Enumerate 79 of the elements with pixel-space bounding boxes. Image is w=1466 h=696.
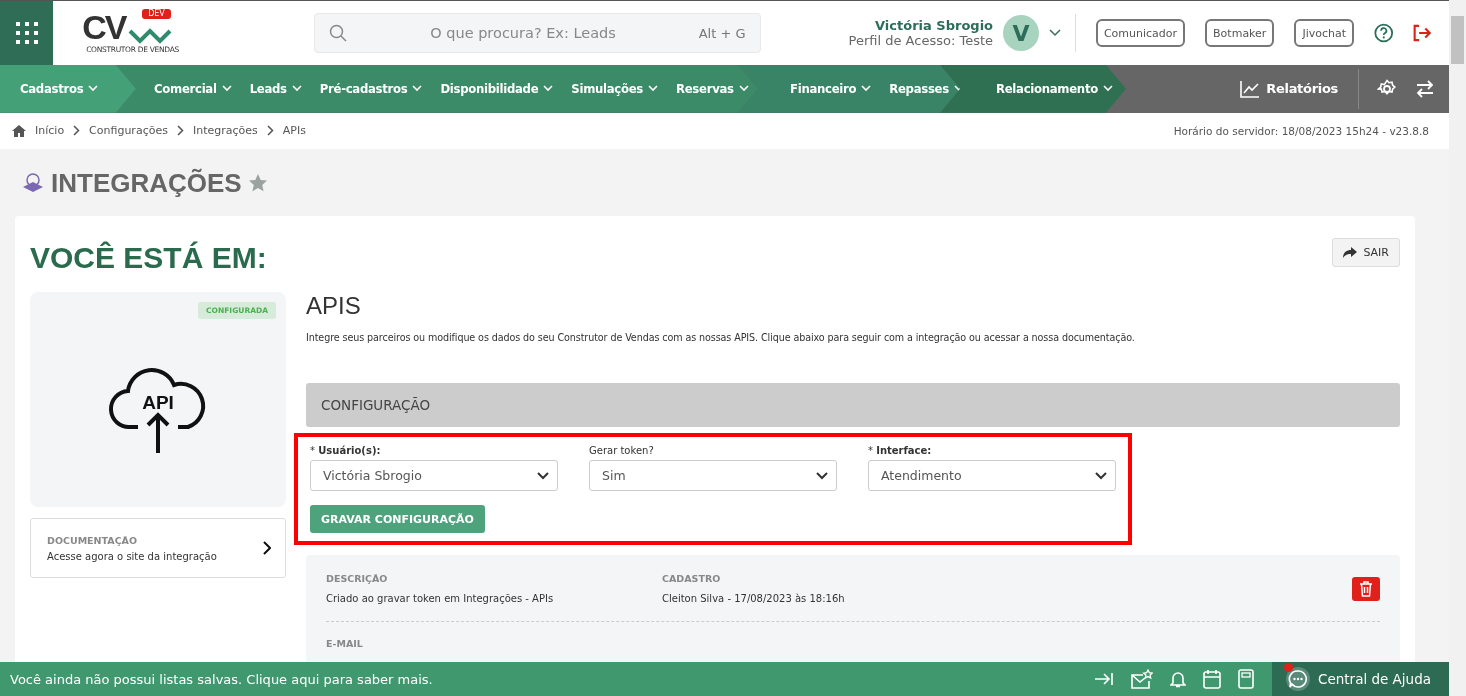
line-chart-icon (1240, 79, 1261, 98)
grid-icon (14, 21, 39, 45)
chevron-down-icon (1095, 471, 1107, 480)
reports-link[interactable]: Relatórios (1240, 79, 1338, 98)
chevron-right-icon (263, 541, 271, 555)
chevron-down-icon (543, 85, 554, 93)
field-label: DESCRIÇÃO (326, 573, 389, 584)
delete-button[interactable] (1352, 577, 1380, 601)
nav-menu-item[interactable]: Leads (249, 81, 302, 97)
field-label: CADASTRO (662, 573, 722, 584)
chevron-down-icon (537, 471, 549, 480)
chevron-down-icon (738, 85, 749, 93)
chevron-down-icon (221, 85, 232, 93)
server-time: Horário do servidor: 18/08/2023 15h24 - v23.8.8 (1173, 124, 1429, 137)
exit-button[interactable]: SAIR (1332, 238, 1400, 267)
mail-star-icon[interactable] (1131, 669, 1153, 689)
logout-icon[interactable] (1411, 23, 1431, 43)
star-icon[interactable] (247, 173, 268, 193)
header-button[interactable]: Jivochat (1294, 19, 1355, 47)
section-header: CONFIGURAÇÃO (306, 383, 1400, 427)
header-button[interactable]: Botmaker (1205, 19, 1275, 47)
field-value: Cleiton Silva - 17/08/2023 às 18:16h (662, 593, 846, 604)
search-icon (329, 24, 348, 42)
nav-menu-item[interactable]: Reservas (676, 81, 749, 97)
chevron-down-icon (412, 85, 423, 93)
trash-icon (1359, 581, 1373, 597)
documentation-link[interactable]: DOCUMENTAÇÃO Acesse agora o site da integração (30, 518, 286, 578)
user-profile: Perfil de Acesso: Teste (848, 33, 994, 48)
home-icon (12, 124, 26, 137)
nav-menu-item[interactable]: Disponibilidade (440, 81, 554, 97)
search-field[interactable]: O que procura? Ex: Leads Alt + G (314, 13, 761, 53)
field-label: Gerar token? (589, 445, 655, 456)
share-arrow-icon (1343, 246, 1358, 259)
select-field[interactable]: Sim (589, 460, 837, 491)
page-title: INTEGRAÇÕES (51, 167, 242, 199)
integration-title: APIS (306, 292, 362, 320)
nav-menu-item[interactable]: Simulações (571, 81, 659, 97)
arrow-to-line-icon[interactable] (1094, 671, 1114, 687)
select-field[interactable]: Atendimento (868, 460, 1116, 491)
breadcrumb-link[interactable]: Integrações (192, 124, 258, 138)
description: Integre seus parceiros ou modifique os dados do seu Construtor de Vendas com as nossas APIS. Clique abaixo para seguir com a integração ou acessar a nossa documentação. (306, 332, 1136, 343)
cloud-upload-drawing: API (108, 364, 208, 455)
field-label: E-MAIL (326, 638, 363, 649)
bell-icon[interactable] (1170, 670, 1186, 688)
apps-menu-button[interactable] (0, 1, 54, 65)
chevron-right-icon (176, 125, 184, 137)
shortcut-hint: Alt + G (698, 25, 746, 41)
calculator-icon[interactable] (1238, 669, 1254, 689)
breadcrumb-link[interactable]: APIs (282, 124, 306, 138)
header-button[interactable]: Comunicador (1095, 19, 1186, 47)
chevron-down-icon (1102, 85, 1113, 93)
location-heading: VOCÊ ESTÁ EM: (30, 241, 267, 275)
avatar[interactable]: V (1003, 15, 1040, 51)
saved-lists-message[interactable]: Você ainda não possui listas salvas. Clique aqui para saber mais. (0, 671, 1094, 687)
calendar-icon[interactable] (1203, 669, 1221, 689)
nav-menu-item[interactable]: Financeiro (790, 81, 872, 97)
field-label: *Usuário(s): (310, 445, 382, 456)
breadcrumb-link[interactable]: Início (35, 124, 65, 138)
save-button[interactable]: GRAVAR CONFIGURAÇÃO (310, 505, 485, 533)
nav-menu-item[interactable]: Cadastros (20, 81, 99, 97)
nav-menu-item[interactable]: Relacionamento (996, 81, 1113, 97)
chevron-down-icon (816, 471, 828, 480)
field-label: *Interface: (868, 445, 933, 456)
chevron-down-icon[interactable] (1049, 29, 1062, 37)
chevron-down-icon (861, 85, 872, 93)
user-name: Victória Sbrogio (875, 18, 994, 33)
chevron-right-icon (266, 125, 274, 137)
chevron-down-icon (648, 85, 659, 93)
help-icon[interactable] (1374, 22, 1394, 44)
chevron-down-icon (88, 85, 99, 93)
breadcrumb-link[interactable]: Configurações (89, 124, 168, 138)
swap-arrows-icon[interactable] (1415, 78, 1435, 99)
help-center-button[interactable]: Central de Ajuda (1272, 662, 1449, 696)
chevron-right-icon (73, 125, 81, 137)
nav-menu-item[interactable]: Comercial (154, 81, 232, 97)
nav-menu-item[interactable]: Pré-cadastros (319, 81, 423, 97)
select-field[interactable]: Victória Sbrogio (310, 460, 558, 491)
field-value: Criado ao gravar token em Integrações - APIs (326, 593, 555, 604)
chevron-down-icon (291, 85, 302, 93)
